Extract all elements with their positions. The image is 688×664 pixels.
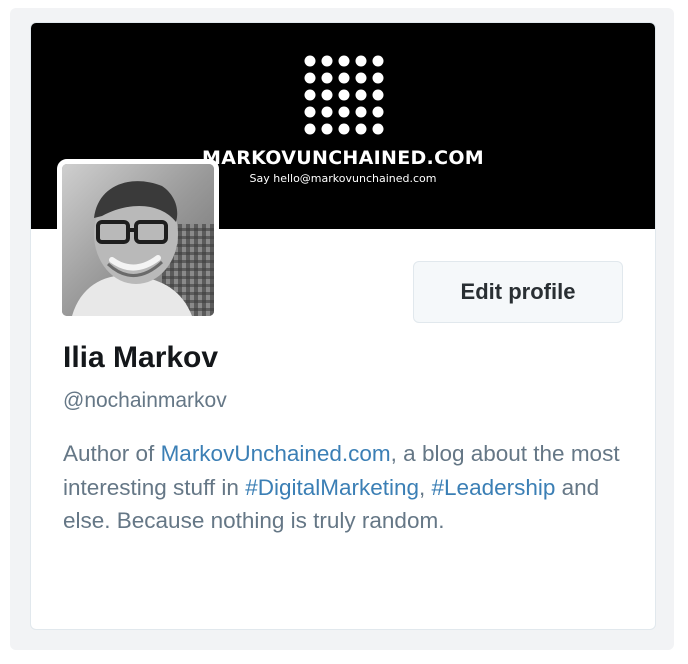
logo-dot — [338, 89, 350, 101]
logo-dot — [321, 123, 333, 135]
logo-dot — [304, 123, 316, 135]
profile-handle[interactable]: @nochainmarkov — [63, 389, 227, 413]
bio-link-site[interactable]: MarkovUnchained.com — [161, 441, 391, 466]
logo-dot — [321, 106, 333, 118]
logo-dot — [372, 72, 384, 84]
logo-dot — [338, 106, 350, 118]
logo-dot — [355, 72, 367, 84]
logo-dot — [304, 106, 316, 118]
bio-hashtag-digitalmarketing[interactable]: #DigitalMarketing — [245, 475, 419, 500]
profile-photo-icon — [62, 164, 214, 316]
logo-dot — [372, 106, 384, 118]
bio-text: , — [419, 474, 432, 500]
logo-dot — [338, 55, 350, 67]
logo-dot — [321, 89, 333, 101]
logo-dot — [304, 89, 316, 101]
logo-dot — [355, 123, 367, 135]
logo-dot — [338, 72, 350, 84]
bio-text: Author of — [63, 441, 161, 466]
logo-dot — [321, 72, 333, 84]
logo-dot — [372, 89, 384, 101]
logo-dot — [355, 106, 367, 118]
logo-dot — [304, 55, 316, 67]
logo-dot — [304, 72, 316, 84]
logo-dot — [321, 55, 333, 67]
logo-dot — [355, 89, 367, 101]
profile-name: Ilia Markov — [63, 341, 219, 374]
profile-card: MARKOVUNCHAINED.COM Say hello@markovunch… — [30, 22, 656, 630]
bio-hashtag-leadership[interactable]: #Leadership — [432, 475, 556, 500]
logo-dot — [372, 123, 384, 135]
edit-profile-button[interactable]: Edit profile — [413, 261, 623, 323]
logo-dot — [355, 55, 367, 67]
dot-grid-logo-icon — [304, 55, 384, 135]
logo-dot — [372, 55, 384, 67]
logo-dot — [338, 123, 350, 135]
avatar[interactable] — [57, 159, 219, 321]
profile-bio: Author of MarkovUnchained.com, a blog ab… — [63, 437, 643, 538]
